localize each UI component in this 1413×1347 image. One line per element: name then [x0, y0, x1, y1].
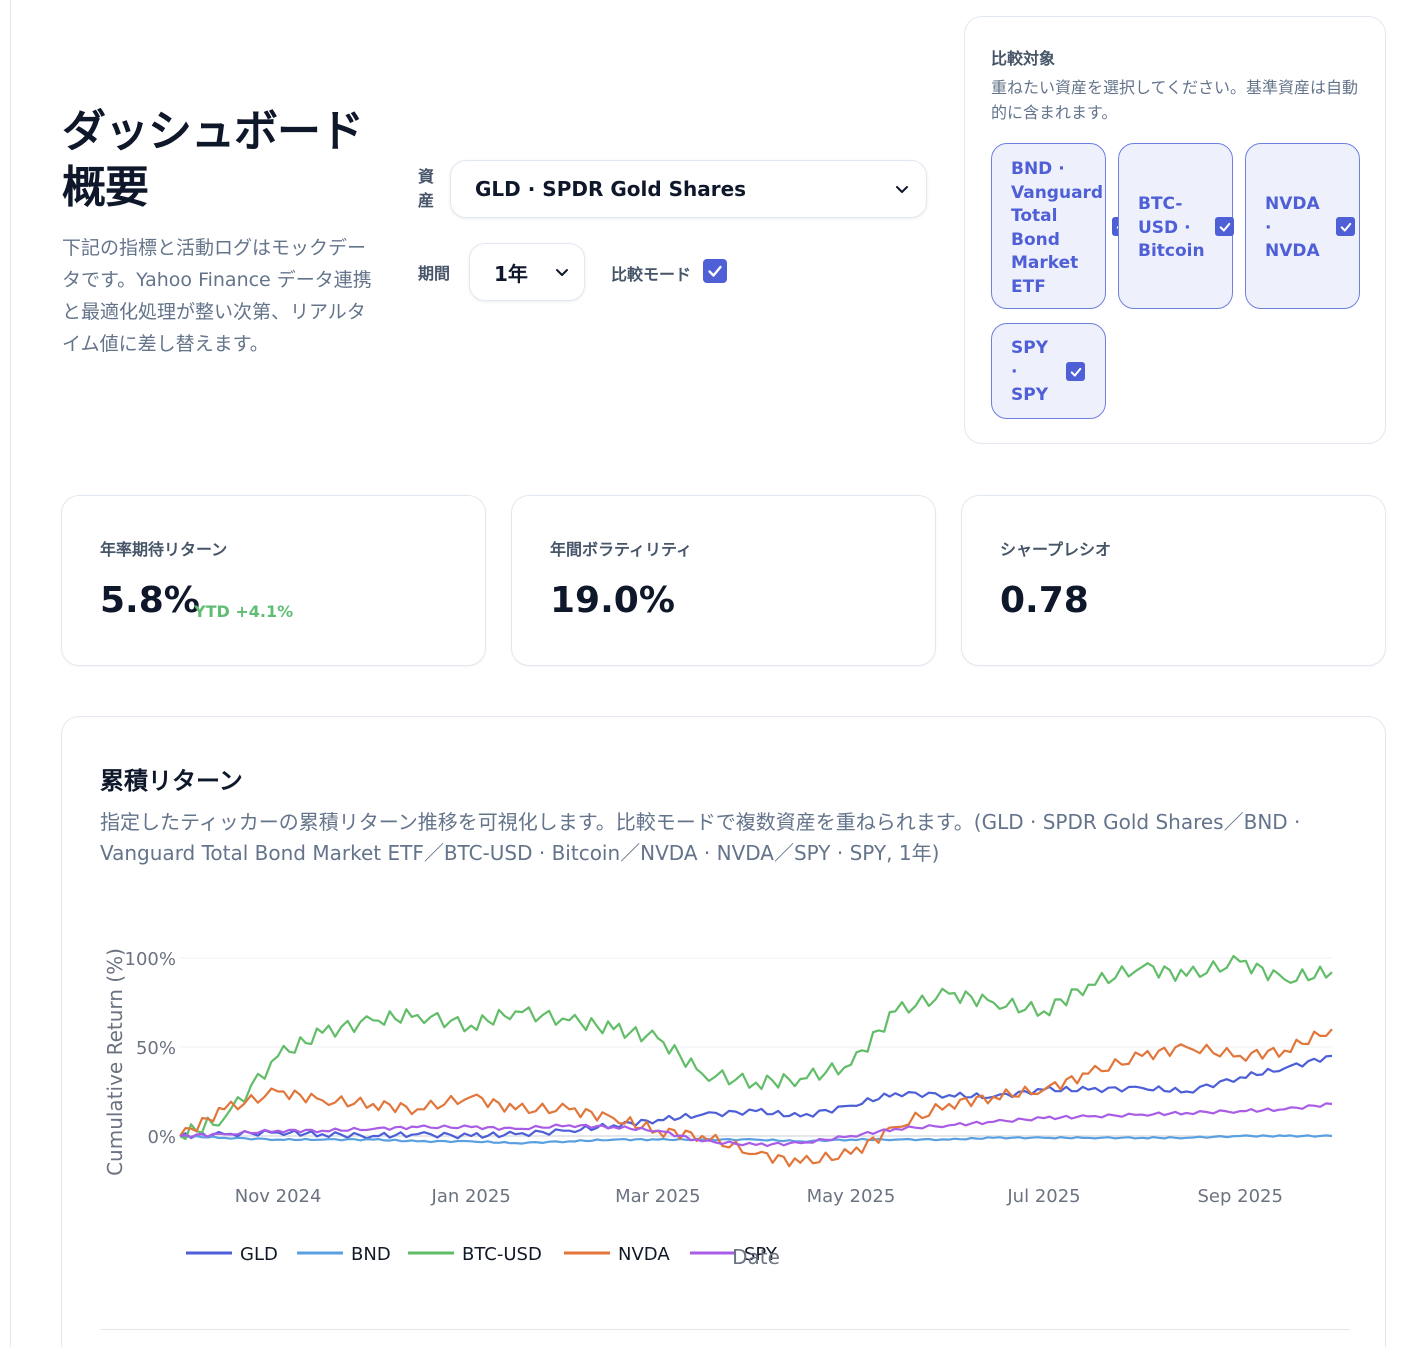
- asset-select[interactable]: GLD · SPDR Gold Shares: [450, 160, 927, 218]
- kpi-card-expected-return: 年率期待リターン 5.8% YTD +4.1%: [61, 495, 486, 666]
- chip-label: NVDA · NVDA: [1265, 194, 1320, 261]
- card-divider: [100, 1329, 1350, 1330]
- compare-chip-btc[interactable]: BTC-USD · Bitcoin: [1118, 143, 1234, 309]
- chevron-down-icon: [556, 269, 568, 276]
- compare-chip-bnd[interactable]: BND · Vanguard Total Bond Market ETF: [991, 143, 1131, 309]
- chart-card-description: 指定したティッカーの累積リターン推移を可視化します。比較モードで複数資産を重ねら…: [100, 810, 1301, 865]
- comparison-panel-description: 重ねたい資産を選択してください。基準資産は自動的に含まれます。: [991, 78, 1359, 122]
- comparison-panel-title: 比較対象: [991, 49, 1056, 68]
- period-select-value: 1年: [494, 261, 528, 286]
- compare-chip-spy[interactable]: SPY · SPY: [991, 323, 1106, 419]
- period-label: 期間: [418, 264, 451, 283]
- checkmark-icon: [1070, 367, 1081, 377]
- compare-mode-label: 比較モード: [611, 265, 692, 284]
- asset-select-value: GLD · SPDR Gold Shares: [475, 177, 747, 201]
- chip-label: SPY · SPY: [1011, 338, 1049, 405]
- kpi-label: 年率期待リターン: [100, 540, 228, 559]
- asset-label: 資産: [418, 167, 435, 210]
- chip-label: BND · Vanguard Total Bond Market ETF: [1011, 159, 1104, 297]
- kpi-card-sharpe: シャープレシオ 0.78: [961, 495, 1386, 666]
- chip-checkbox[interactable]: [1215, 217, 1234, 236]
- period-select[interactable]: 1年: [469, 243, 585, 301]
- chip-checkbox[interactable]: [1066, 362, 1085, 381]
- chip-label: BTC-USD · Bitcoin: [1138, 194, 1205, 261]
- kpi-change-badge: YTD +4.1%: [194, 602, 294, 621]
- checkmark-icon: [1219, 222, 1230, 232]
- chevron-down-icon: [896, 186, 908, 193]
- kpi-value: 19.0%: [550, 580, 675, 621]
- page-description: 下記の指標と活動ログはモックデータです。Yahoo Finance データ連携と…: [62, 237, 372, 355]
- chip-checkbox[interactable]: [1336, 217, 1355, 236]
- comparison-panel: 比較対象 重ねたい資産を選択してください。基準資産は自動的に含まれます。 BND…: [964, 16, 1386, 444]
- checkmark-icon: [708, 265, 722, 277]
- checkmark-icon: [1340, 222, 1351, 232]
- kpi-value: 5.8%: [100, 580, 200, 621]
- left-border: [10, 0, 11, 1347]
- kpi-label: 年間ボラティリティ: [550, 540, 693, 559]
- compare-mode-checkbox[interactable]: [703, 259, 727, 283]
- cumulative-return-card: 累積リターン 指定したティッカーの累積リターン推移を可視化します。比較モードで複…: [61, 716, 1386, 1347]
- kpi-label: シャープレシオ: [1000, 540, 1112, 559]
- compare-chip-nvda[interactable]: NVDA · NVDA: [1245, 143, 1360, 309]
- chart-card-title: 累積リターン: [100, 767, 243, 795]
- kpi-value: 0.78: [1000, 580, 1089, 621]
- kpi-card-volatility: 年間ボラティリティ 19.0%: [511, 495, 936, 666]
- page-title: ダッシュボード概要: [62, 106, 364, 213]
